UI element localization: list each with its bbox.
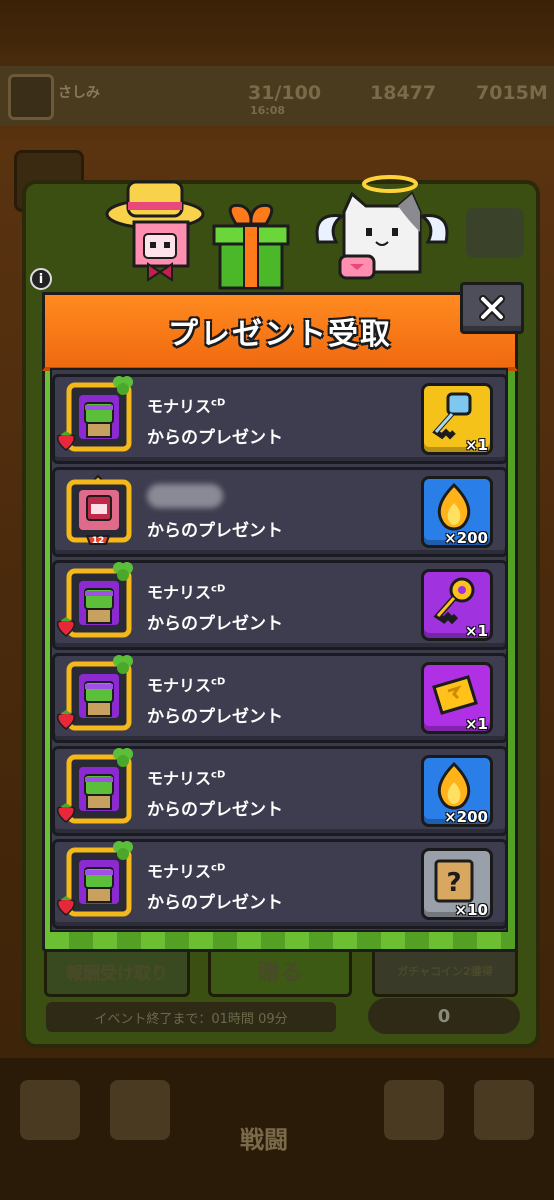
clover-icon bbox=[113, 562, 133, 581]
player-avatar bbox=[8, 74, 54, 120]
item-slot[interactable]: ? ×10 bbox=[421, 848, 493, 920]
strawberry-icon bbox=[56, 617, 76, 637]
strawberry-icon bbox=[56, 431, 76, 451]
give-button: 贈る bbox=[208, 945, 352, 997]
sender-name-blurred bbox=[147, 484, 223, 508]
item-slot[interactable]: ×200 bbox=[421, 476, 493, 548]
nav-guild-icon bbox=[474, 1080, 534, 1140]
angel-cat-icon bbox=[315, 175, 449, 280]
strawberry-icon bbox=[56, 710, 76, 730]
item-quantity: ×1 bbox=[464, 715, 488, 733]
sender-name: モナリスcD bbox=[147, 769, 226, 788]
stamina-value: 31/100 bbox=[248, 82, 322, 104]
gold-value: 7015M bbox=[476, 82, 548, 104]
close-icon bbox=[479, 295, 505, 321]
item-quantity: ×10 bbox=[454, 901, 488, 919]
strawberry-icon bbox=[56, 896, 76, 916]
present-from-text: からのプレゼント bbox=[147, 614, 283, 634]
clover-icon bbox=[113, 748, 133, 767]
event-timer: イベント終了まで：01時間 09分 bbox=[46, 1002, 336, 1032]
nav-gacha-icon bbox=[384, 1080, 444, 1140]
present-row[interactable]: モナリスcD からのプレゼント ×1 bbox=[52, 560, 508, 650]
svg-text:?: ? bbox=[446, 868, 461, 898]
sender-name: モナリスcD bbox=[147, 862, 226, 881]
nav-shop-icon bbox=[20, 1080, 80, 1140]
present-from-text: からのプレゼント bbox=[147, 800, 283, 820]
present-from-text: からのプレゼント bbox=[147, 707, 283, 727]
item-slot[interactable]: ×200 bbox=[421, 755, 493, 827]
clover-icon bbox=[113, 376, 133, 395]
battle-label: 戦闘 bbox=[240, 1126, 288, 1154]
present-row[interactable]: モナリスcD からのプレゼント ? ×10 bbox=[52, 839, 508, 929]
info-icon[interactable]: i bbox=[30, 268, 52, 290]
gacha-coin-button: ガチャコイン2獲得 bbox=[372, 945, 518, 997]
item-slot[interactable]: ×1 bbox=[421, 569, 493, 641]
item-quantity: ×200 bbox=[444, 808, 488, 826]
present-row[interactable]: 12 からのプレゼント ×200 bbox=[52, 467, 508, 557]
present-from-text: からのプレゼント bbox=[147, 521, 283, 541]
item-quantity: ×1 bbox=[464, 436, 488, 454]
gift-box-icon bbox=[212, 203, 290, 290]
sender-name: モナリスcD bbox=[147, 583, 226, 602]
stamina-timer: 16:08 bbox=[250, 104, 286, 117]
clover-icon bbox=[113, 655, 133, 674]
sender-name: モナリスcD bbox=[147, 397, 226, 416]
sender-avatar-icon: 12 bbox=[66, 474, 132, 546]
modal-title: プレゼント受取 bbox=[168, 317, 392, 352]
coin-count: 0 bbox=[437, 1005, 451, 1027]
clover-icon bbox=[113, 841, 133, 860]
sender-name: モナリスcD bbox=[147, 676, 226, 695]
strawberry-icon bbox=[56, 803, 76, 823]
nav-character-icon bbox=[110, 1080, 170, 1140]
reward-receive-button: 報酬受け取り bbox=[44, 945, 190, 997]
gems-value: 18477 bbox=[370, 82, 437, 104]
item-slot[interactable]: ×1 bbox=[421, 383, 493, 455]
modal-header: プレゼント受取 bbox=[42, 292, 518, 371]
girl-character-icon bbox=[105, 180, 205, 282]
level-badge: 12 bbox=[92, 536, 105, 546]
present-row[interactable]: モナリスcD からのプレゼント ×1 bbox=[52, 653, 508, 743]
close-button[interactable] bbox=[460, 282, 524, 334]
item-quantity: ×200 bbox=[444, 529, 488, 547]
present-from-text: からのプレゼント bbox=[147, 893, 283, 913]
present-from-text: からのプレゼント bbox=[147, 428, 283, 448]
present-row[interactable]: モナリスcD からのプレゼント ×1 bbox=[52, 374, 508, 464]
player-name: さしみ bbox=[58, 85, 100, 101]
item-slot[interactable]: ×1 bbox=[421, 662, 493, 734]
coin-counter: 0 bbox=[368, 998, 520, 1034]
present-row[interactable]: モナリスcD からのプレゼント ×200 bbox=[52, 746, 508, 836]
item-quantity: ×1 bbox=[464, 622, 488, 640]
bg-close-icon bbox=[466, 208, 524, 258]
